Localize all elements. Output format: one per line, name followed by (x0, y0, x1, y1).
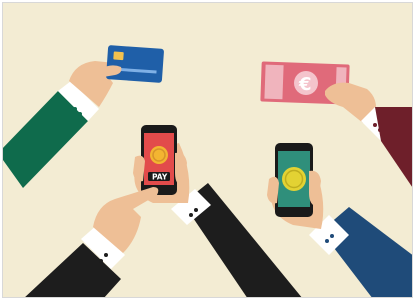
illustration-frame: € PAY (2, 2, 413, 298)
credit-card-icon (106, 45, 164, 83)
payment-illustration: € PAY (3, 3, 412, 297)
pay-button-label: PAY (152, 173, 168, 182)
euro-symbol: € (298, 74, 312, 95)
smartphone-icon: PAY (141, 125, 177, 195)
card-chip (113, 51, 124, 61)
smartphone-right-icon (275, 143, 313, 217)
